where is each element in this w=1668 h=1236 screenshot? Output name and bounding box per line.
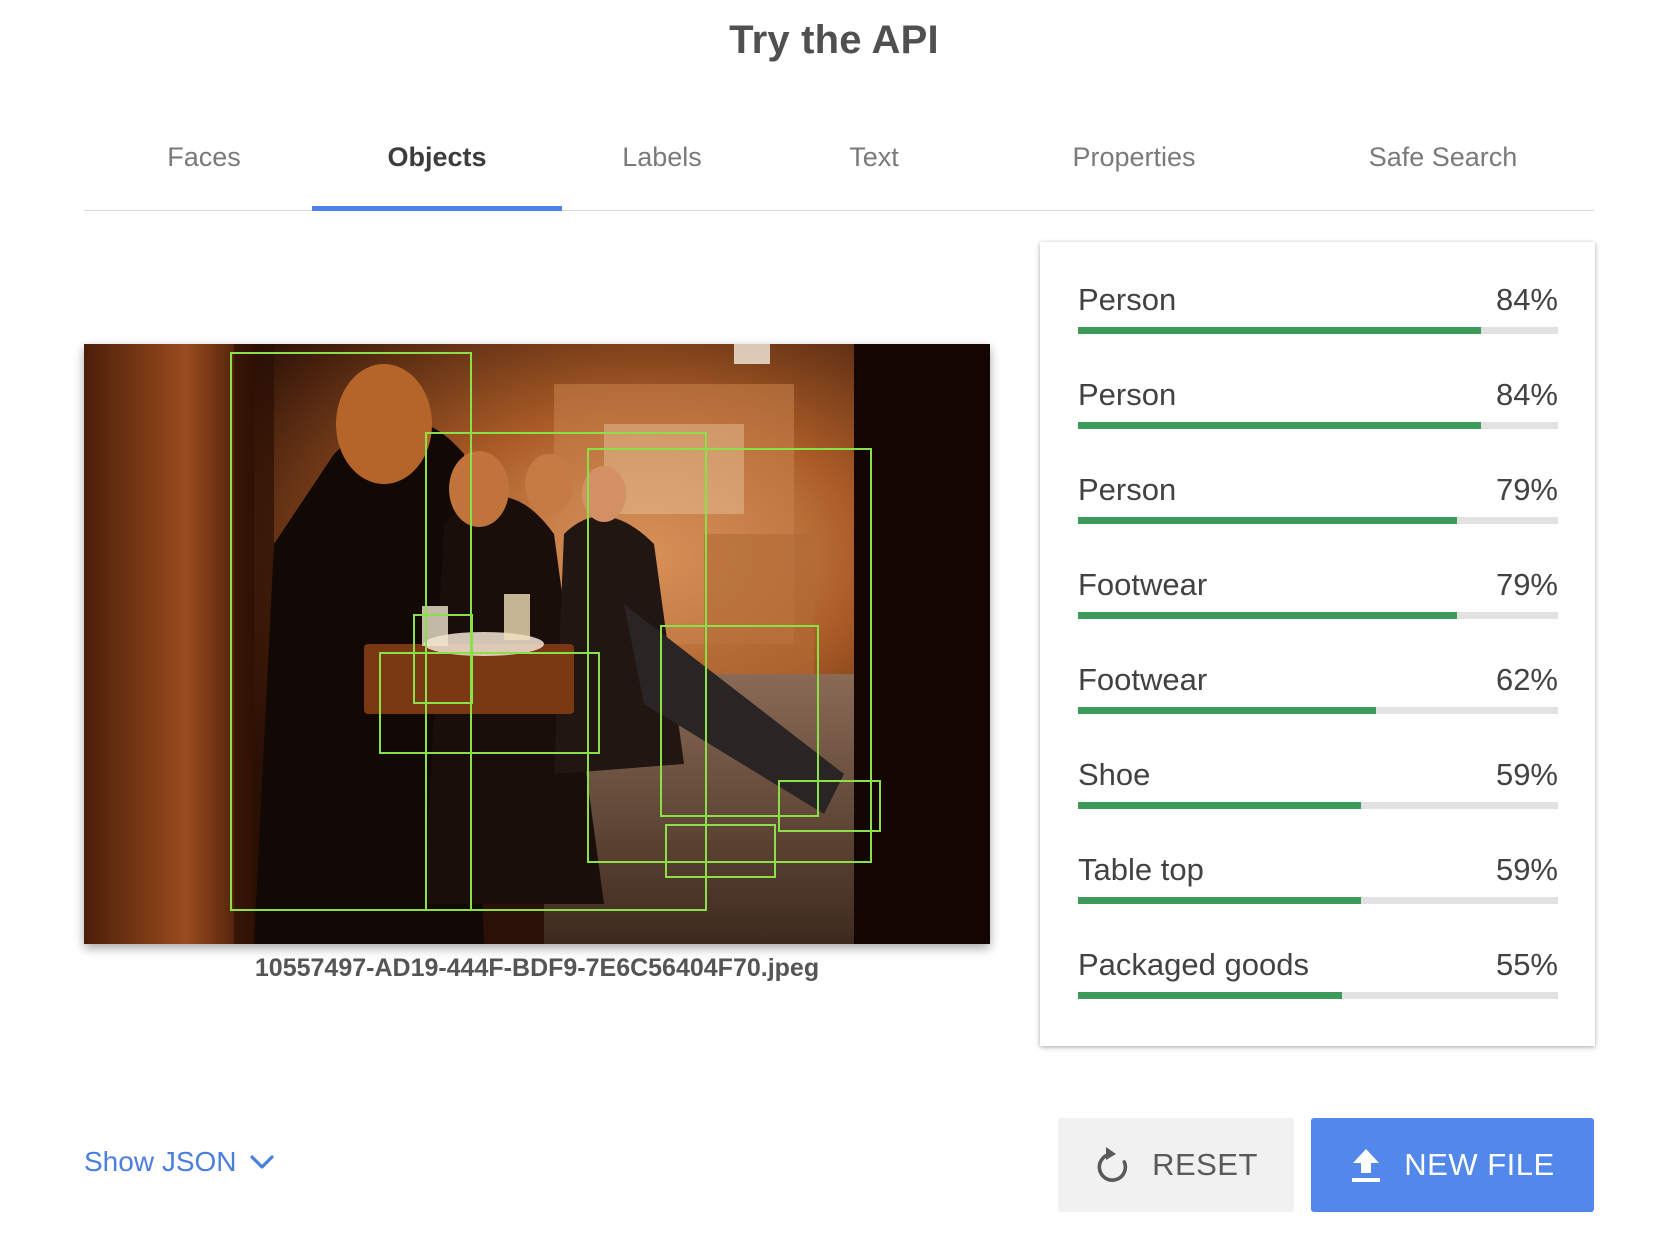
- confidence-bar-fill: [1078, 327, 1482, 334]
- result-score: 79%: [1495, 472, 1558, 507]
- confidence-bar-track: [1078, 422, 1558, 429]
- new-file-button[interactable]: NEW FILE: [1311, 1118, 1594, 1212]
- chevron-down-icon: [249, 1155, 274, 1169]
- confidence-bar-track: [1078, 612, 1558, 619]
- confidence-bar-track: [1078, 897, 1558, 904]
- confidence-bar-fill: [1078, 612, 1458, 619]
- result-score: 59%: [1495, 757, 1558, 792]
- results-panel[interactable]: Person 84% Person 84% Person 79% Footwea…: [1040, 242, 1595, 1046]
- result-score: 59%: [1495, 852, 1558, 887]
- confidence-bar-track: [1078, 707, 1558, 714]
- result-score: 84%: [1495, 377, 1558, 412]
- result-label: Table top: [1078, 852, 1204, 887]
- result-row: Person 84%: [1078, 377, 1558, 447]
- tab-safe-search[interactable]: Safe Search: [1348, 142, 1538, 173]
- result-label: Person: [1078, 282, 1177, 317]
- page-title: Try the API: [729, 18, 939, 62]
- result-row: Person 79%: [1078, 472, 1558, 542]
- confidence-bar-fill: [1078, 897, 1362, 904]
- result-label: Footwear: [1078, 567, 1208, 602]
- tab-properties[interactable]: Properties: [1044, 142, 1224, 173]
- confidence-bar-fill: [1078, 422, 1482, 429]
- confidence-bar-track: [1078, 992, 1558, 999]
- result-score: 79%: [1495, 567, 1558, 602]
- show-json-toggle[interactable]: Show JSON: [84, 1146, 275, 1178]
- show-json-label: Show JSON: [84, 1146, 237, 1177]
- upload-icon: [1352, 1149, 1381, 1182]
- confidence-bar-fill: [1078, 517, 1458, 524]
- result-row: Person 84%: [1078, 282, 1558, 352]
- result-score: 84%: [1495, 282, 1558, 317]
- reset-label: RESET: [1152, 1147, 1258, 1182]
- result-row: Packaged goods 55%: [1078, 947, 1558, 1017]
- result-label: Shoe: [1078, 757, 1151, 792]
- reset-button[interactable]: RESET: [1058, 1118, 1294, 1212]
- active-tab-indicator: [312, 206, 562, 211]
- confidence-bar-track: [1078, 327, 1558, 334]
- refresh-icon: [1097, 1147, 1128, 1182]
- result-label: Footwear: [1078, 662, 1208, 697]
- tab-objects[interactable]: Objects: [362, 142, 512, 173]
- tab-bar: Faces Objects Labels Text Properties Saf…: [84, 120, 1594, 211]
- result-row: Table top 59%: [1078, 852, 1558, 922]
- confidence-bar-track: [1078, 802, 1558, 809]
- tab-labels[interactable]: Labels: [592, 142, 732, 173]
- image-filename: 10557497-AD19-444F-BDF9-7E6C56404F70.jpe…: [254, 954, 820, 982]
- result-label: Packaged goods: [1078, 947, 1309, 982]
- new-file-label: NEW FILE: [1404, 1147, 1555, 1182]
- confidence-bar-fill: [1078, 992, 1342, 999]
- analyzed-image: [84, 344, 990, 944]
- confidence-bar-fill: [1078, 707, 1376, 714]
- result-label: Person: [1078, 377, 1177, 412]
- confidence-bar-track: [1078, 517, 1558, 524]
- result-row: Footwear 79%: [1078, 567, 1558, 637]
- tab-faces[interactable]: Faces: [154, 142, 254, 173]
- result-row: Footwear 62%: [1078, 662, 1558, 732]
- result-score: 55%: [1495, 947, 1558, 982]
- result-label: Person: [1078, 472, 1177, 507]
- confidence-bar-fill: [1078, 802, 1362, 809]
- result-row: Shoe 59%: [1078, 757, 1558, 827]
- result-score: 62%: [1495, 662, 1558, 697]
- photo-canvas: [84, 344, 990, 944]
- tab-text[interactable]: Text: [814, 142, 934, 173]
